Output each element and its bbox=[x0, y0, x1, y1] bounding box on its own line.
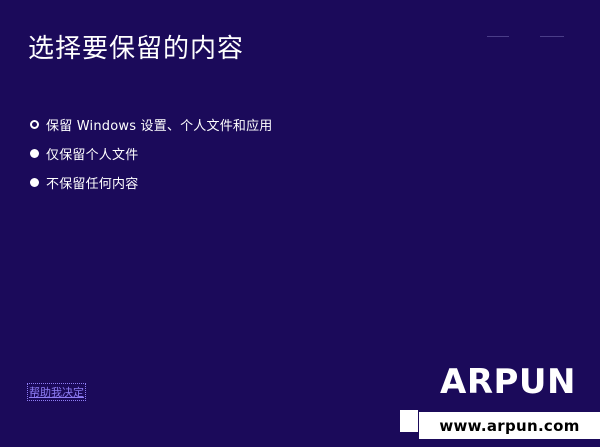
watermark-logo: ARPUN bbox=[440, 362, 576, 402]
option-keep-personal-files[interactable]: 仅保留个人文件 bbox=[30, 139, 430, 168]
radio-unselected-icon[interactable] bbox=[30, 149, 39, 158]
radio-selected-icon[interactable] bbox=[30, 120, 39, 129]
radio-unselected-icon[interactable] bbox=[30, 178, 39, 187]
decorative-divider bbox=[487, 36, 509, 37]
option-label: 保留 Windows 设置、个人文件和应用 bbox=[46, 119, 273, 134]
watermark-url: www.arpun.com bbox=[419, 412, 600, 439]
option-keep-all[interactable]: 保留 Windows 设置、个人文件和应用 bbox=[30, 110, 430, 139]
page-title: 选择要保留的内容 bbox=[28, 34, 245, 64]
next-button[interactable] bbox=[400, 410, 418, 432]
option-label: 不保留任何内容 bbox=[46, 177, 139, 192]
option-keep-nothing[interactable]: 不保留任何内容 bbox=[30, 168, 430, 197]
decorative-divider bbox=[540, 36, 564, 37]
option-label: 仅保留个人文件 bbox=[46, 148, 139, 163]
help-me-decide-link[interactable]: 帮助我决定 bbox=[27, 383, 86, 401]
keep-options-group: 保留 Windows 设置、个人文件和应用 仅保留个人文件 不保留任何内容 bbox=[30, 110, 430, 197]
